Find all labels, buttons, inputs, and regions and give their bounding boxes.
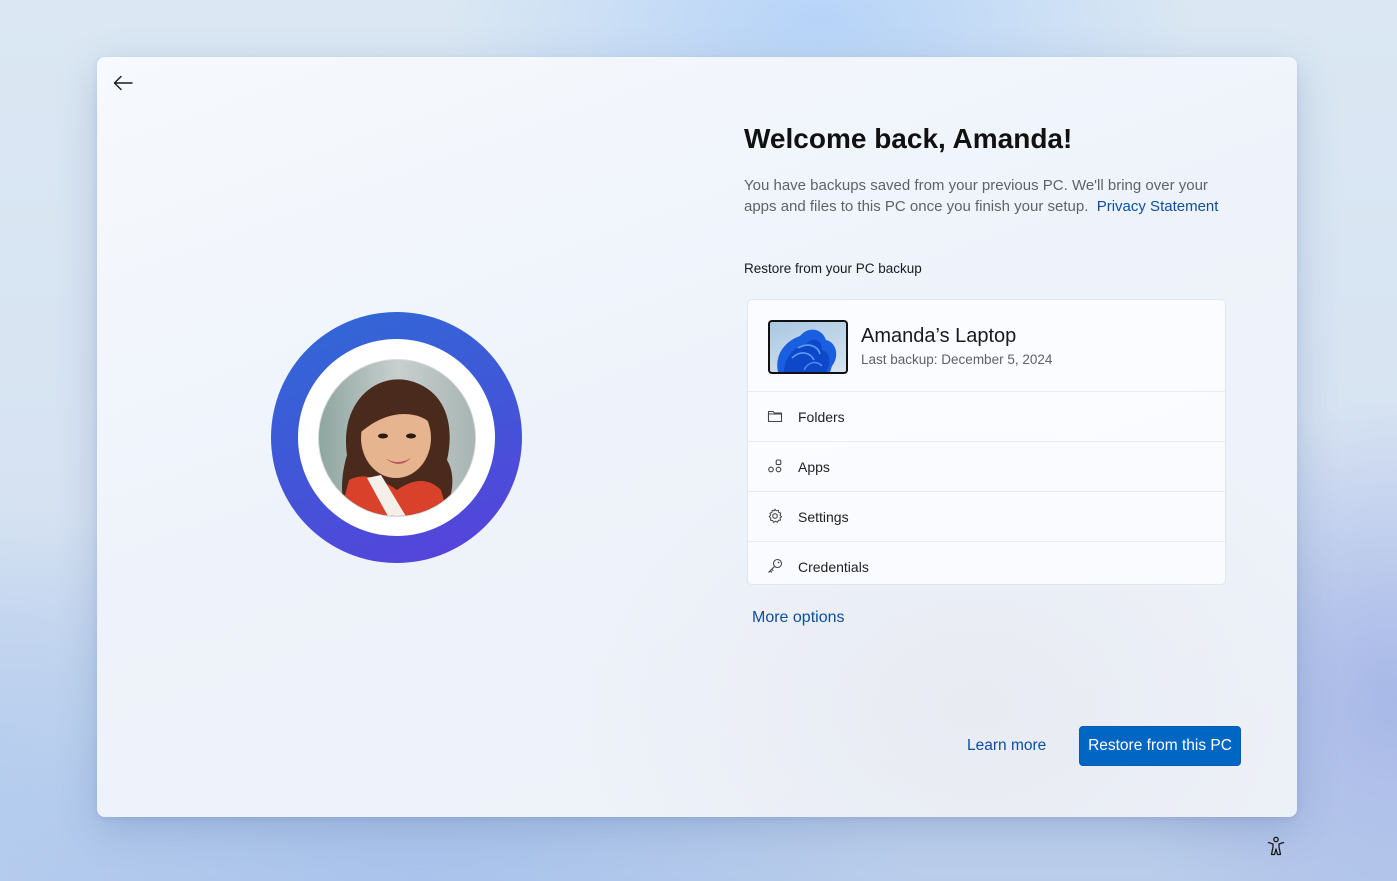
- backup-item-credentials[interactable]: Credentials: [748, 542, 1225, 584]
- back-button[interactable]: [109, 69, 137, 97]
- backup-item-label: Folders: [798, 408, 845, 425]
- more-options-link[interactable]: More options: [752, 609, 845, 627]
- device-thumbnail: [768, 320, 848, 374]
- backup-item-label: Apps: [798, 458, 830, 475]
- backup-card: Amanda’s Laptop Last backup: December 5,…: [747, 299, 1226, 585]
- last-backup-date: Last backup: December 5, 2024: [861, 352, 1053, 367]
- learn-more-link[interactable]: Learn more: [967, 737, 1046, 755]
- section-label: Restore from your PC backup: [744, 261, 922, 276]
- profile-avatar-ring: [271, 312, 522, 563]
- backup-item-label: Credentials: [798, 558, 869, 575]
- restore-from-this-pc-button[interactable]: Restore from this PC: [1079, 726, 1241, 766]
- page-title: Welcome back, Amanda!: [744, 123, 1073, 154]
- windows-bloom-image: [777, 329, 837, 372]
- backup-device: Amanda’s Laptop Last backup: December 5,…: [748, 300, 1225, 392]
- description: You have backups saved from your previou…: [744, 175, 1244, 217]
- arrow-left-icon: [113, 75, 133, 91]
- backup-item-folders[interactable]: Folders: [748, 392, 1225, 442]
- device-name: Amanda’s Laptop: [861, 325, 1017, 347]
- apps-icon: [768, 459, 782, 473]
- folder-icon: [767, 410, 783, 423]
- gear-icon: [768, 508, 783, 523]
- accessibility-icon: [1267, 836, 1285, 856]
- avatar: [317, 358, 476, 517]
- backup-item-settings[interactable]: Settings: [748, 492, 1225, 542]
- avatar-inner-ring: [298, 339, 495, 536]
- accessibility-button[interactable]: [1265, 835, 1287, 857]
- backup-item-apps[interactable]: Apps: [748, 442, 1225, 492]
- profile-photo: [318, 359, 475, 516]
- privacy-statement-link[interactable]: Privacy Statement: [1097, 198, 1219, 215]
- oobe-window: Welcome back, Amanda! You have backups s…: [97, 57, 1297, 817]
- backup-item-label: Settings: [798, 508, 849, 525]
- key-icon: [768, 558, 783, 573]
